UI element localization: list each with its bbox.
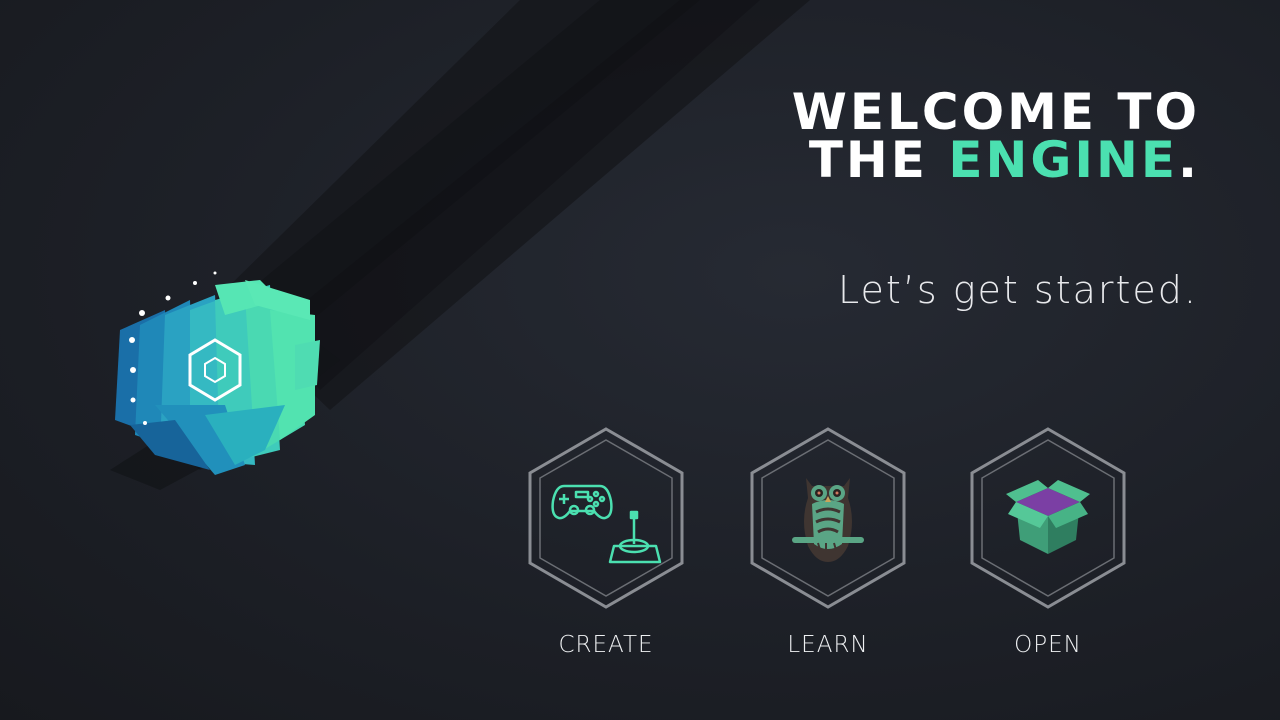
learn-button[interactable]: LEARN [748, 426, 908, 658]
create-button[interactable]: CREATE [526, 426, 686, 658]
headline-dot: . [1178, 131, 1200, 189]
learn-label: LEARN [787, 632, 869, 658]
headline-line-1: WELCOME TO [791, 83, 1200, 141]
owl-icon [792, 478, 864, 562]
welcome-headline: WELCOME TO THE ENGINE. [791, 83, 1200, 185]
engine-logo-graphic [115, 271, 320, 475]
create-hex-frame [528, 427, 684, 609]
create-label: CREATE [558, 632, 654, 658]
open-label: OPEN [1014, 632, 1082, 658]
box-icon [1006, 480, 1090, 554]
headline-accent: ENGINE [948, 131, 1178, 189]
logo-shards [115, 280, 320, 475]
subtitle: Let’s get started. [838, 268, 1198, 312]
open-button[interactable]: OPEN [968, 426, 1128, 658]
open-hex-frame [970, 427, 1126, 609]
headline-line-2: THE ENGINE. [792, 135, 1200, 185]
learn-hex-frame [750, 427, 906, 609]
headline-prefix: THE [808, 131, 928, 189]
gamepad-joystick-icon [551, 484, 662, 564]
